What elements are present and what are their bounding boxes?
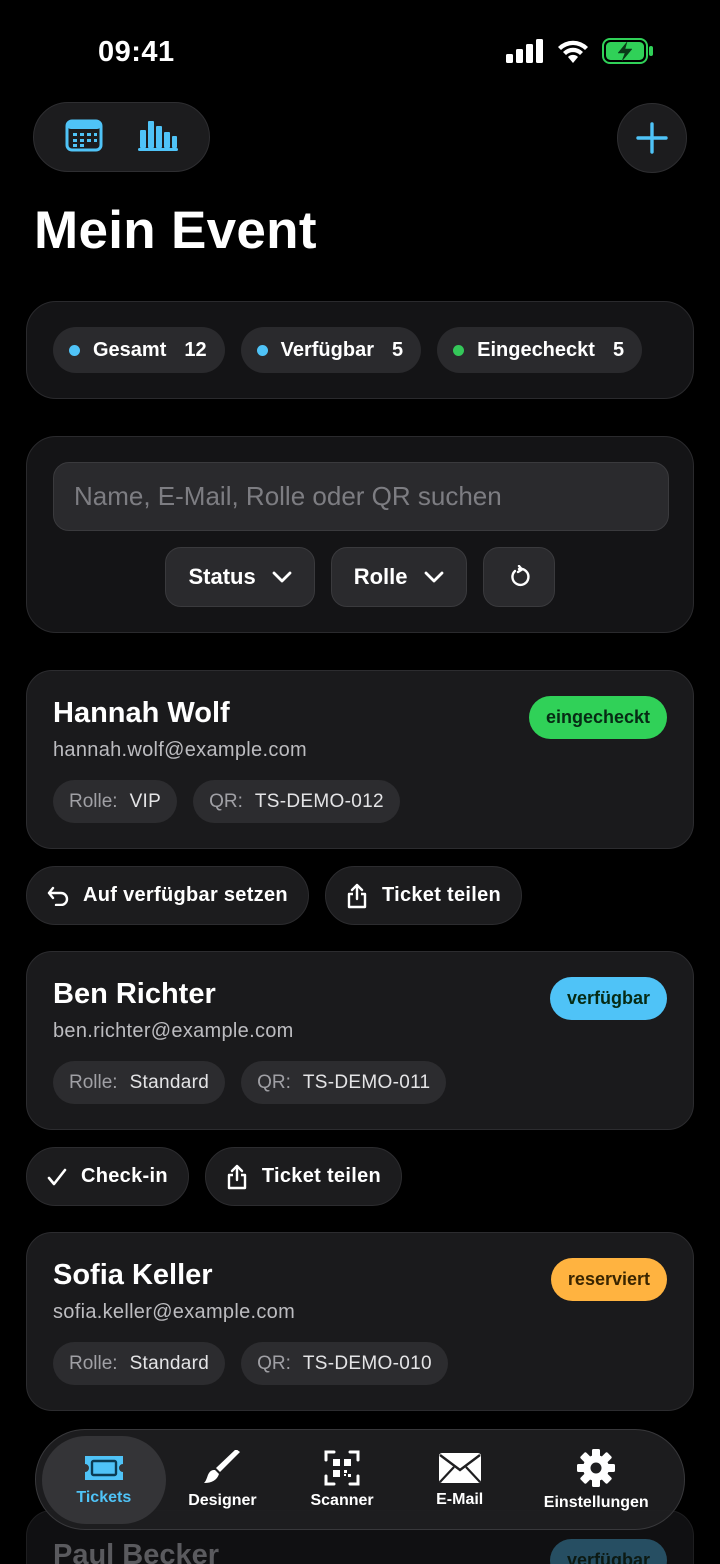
status-time: 09:41 bbox=[98, 36, 175, 68]
battery-charging-icon bbox=[602, 38, 653, 64]
brush-icon bbox=[204, 1449, 241, 1483]
ticket-email: sofia.keller@example.com bbox=[53, 1301, 296, 1323]
ticket-card[interactable]: Hannah Wolf hannah.wolf@example.com eing… bbox=[26, 670, 694, 849]
gear-icon bbox=[577, 1448, 616, 1487]
ticket-email: ben.richter@example.com bbox=[53, 1020, 294, 1042]
set-available-button[interactable]: Auf verfügbar setzen bbox=[26, 866, 309, 925]
tab-settings[interactable]: Einstellungen bbox=[515, 1436, 678, 1524]
stat-dot bbox=[69, 344, 80, 356]
status-filter-button[interactable]: Status bbox=[165, 547, 315, 607]
filter-row: Status Rolle bbox=[27, 547, 693, 607]
ticket-card[interactable]: Sofia Keller sofia.keller@example.com re… bbox=[26, 1232, 694, 1411]
cellular-signal-icon bbox=[506, 39, 543, 63]
share-ticket-button[interactable]: Ticket teilen bbox=[204, 1147, 403, 1206]
chevron-down-icon bbox=[424, 571, 443, 583]
qr-scanner-icon bbox=[324, 1450, 360, 1485]
checkmark-icon bbox=[47, 1168, 67, 1185]
ticket-name: Sofia Keller bbox=[53, 1259, 213, 1291]
tab-scanner[interactable]: Scanner bbox=[279, 1436, 405, 1524]
ticket-actions: Check-in Ticket teilen bbox=[26, 1147, 403, 1206]
status-bar: 09:41 bbox=[0, 0, 720, 100]
ticket-card[interactable]: Ben Richter ben.richter@example.com verf… bbox=[26, 951, 694, 1130]
wifi-icon bbox=[558, 40, 588, 63]
qr-chip: QR: TS-DEMO-010 bbox=[241, 1342, 448, 1385]
ticket-name: Paul Becker bbox=[53, 1539, 220, 1564]
ticket-actions: Auf verfügbar setzen Ticket teilen bbox=[26, 866, 523, 925]
tab-designer[interactable]: Designer bbox=[166, 1436, 280, 1524]
share-icon bbox=[347, 883, 367, 908]
bottom-tab-bar: Tickets Designer Scanner E-Mail Einstell… bbox=[35, 1429, 685, 1530]
search-card: Status Rolle bbox=[26, 436, 694, 633]
status-badge: verfügbar bbox=[549, 1539, 667, 1564]
bar-chart-icon[interactable] bbox=[137, 118, 178, 157]
tab-tickets[interactable]: Tickets bbox=[42, 1435, 166, 1524]
ticket-name: Hannah Wolf bbox=[53, 697, 230, 729]
envelope-icon bbox=[438, 1452, 481, 1483]
page-title: Mein Event bbox=[34, 201, 317, 260]
tab-email[interactable]: E-Mail bbox=[405, 1436, 515, 1524]
qr-chip: QR: TS-DEMO-011 bbox=[241, 1061, 447, 1104]
add-ticket-button[interactable] bbox=[617, 103, 687, 173]
search-input[interactable] bbox=[53, 462, 669, 531]
check-in-button[interactable]: Check-in bbox=[26, 1147, 189, 1206]
reset-icon bbox=[510, 565, 530, 587]
status-badge: verfügbar bbox=[549, 977, 667, 1020]
ticket-icon bbox=[84, 1455, 123, 1480]
role-filter-button[interactable]: Rolle bbox=[330, 547, 467, 607]
chevron-down-icon bbox=[272, 571, 292, 583]
stat-total[interactable]: Gesamt 12 bbox=[53, 327, 225, 373]
undo-arrow-icon bbox=[47, 886, 69, 906]
stat-dot bbox=[453, 344, 465, 356]
plus-icon bbox=[636, 122, 668, 154]
ticket-email: hannah.wolf@example.com bbox=[53, 739, 307, 761]
status-badge: reserviert bbox=[550, 1258, 667, 1301]
share-icon bbox=[227, 1164, 247, 1189]
reset-filter-button[interactable] bbox=[482, 547, 555, 607]
ticket-name: Ben Richter bbox=[53, 978, 216, 1010]
share-ticket-button[interactable]: Ticket teilen bbox=[324, 866, 523, 925]
calendar-icon[interactable] bbox=[65, 118, 103, 157]
stat-checked-in[interactable]: Eingecheckt 5 bbox=[437, 327, 643, 373]
view-toggle bbox=[33, 102, 210, 172]
status-badge: eingecheckt bbox=[528, 696, 667, 739]
role-chip: Rolle: Standard bbox=[53, 1061, 226, 1104]
qr-chip: QR: TS-DEMO-012 bbox=[193, 780, 400, 823]
role-chip: Rolle: Standard bbox=[53, 1342, 226, 1385]
role-chip: Rolle: VIP bbox=[53, 780, 178, 823]
stat-dot bbox=[256, 344, 268, 356]
stats-card: Gesamt 12 Verfügbar 5 Eingecheckt 5 bbox=[26, 301, 694, 399]
stat-available[interactable]: Verfügbar 5 bbox=[240, 327, 422, 373]
